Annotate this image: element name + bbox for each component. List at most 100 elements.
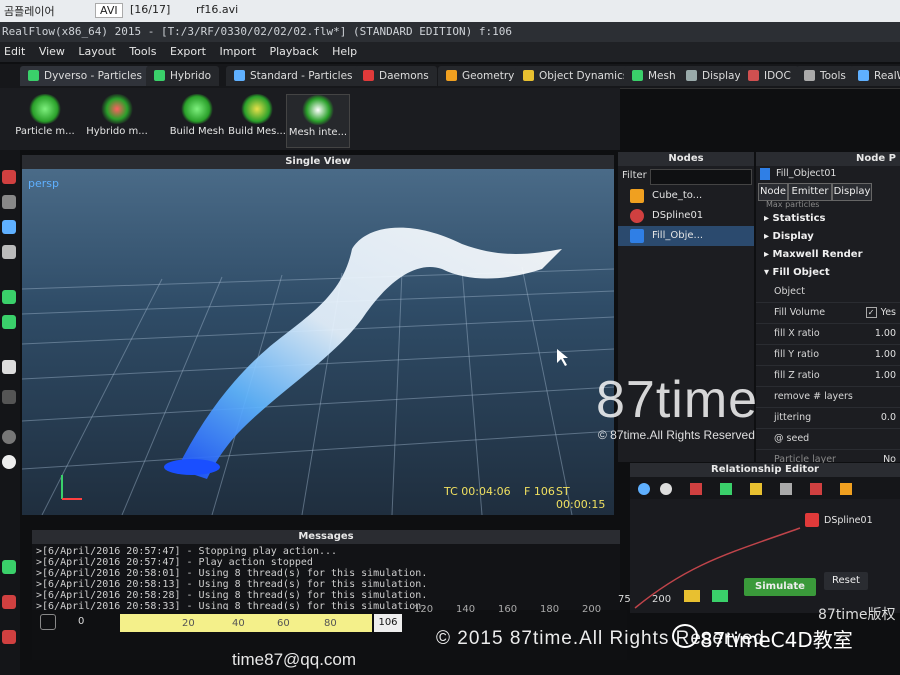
- build-mesh-sequence-tool[interactable]: Build Mes...: [226, 94, 288, 146]
- tab-realwave[interactable]: RealWave: [850, 66, 900, 86]
- scene-drawing: [22, 227, 614, 515]
- folder-icon[interactable]: [840, 483, 852, 495]
- zoom-icon[interactable]: [780, 483, 792, 495]
- param-remove-layers[interactable]: remove # layers: [756, 387, 900, 408]
- hybrido-mesh-tool[interactable]: Hybrido m...: [86, 94, 148, 146]
- tab-idoc[interactable]: IDOC: [740, 66, 799, 86]
- ball-tool-icon[interactable]: [2, 455, 16, 469]
- idoc-icon: [748, 70, 759, 81]
- particle-mesh-tool[interactable]: Particle m...: [14, 94, 76, 146]
- tab-tools[interactable]: Tools: [796, 66, 854, 86]
- menu-tools[interactable]: Tools: [129, 45, 156, 58]
- current-frame-field[interactable]: 106: [374, 614, 402, 632]
- disconnect-icon[interactable]: [810, 483, 822, 495]
- node-fill-object[interactable]: Fill_Obje...: [618, 226, 754, 246]
- param-jittering[interactable]: jittering 0.0: [756, 408, 900, 429]
- nodes-filter-row: Filter: [618, 166, 754, 186]
- 3d-viewport[interactable]: persp TC 00:04:06 F 106 ST 00:00:15: [22, 169, 614, 515]
- cube-tool-icon[interactable]: [2, 360, 16, 374]
- menu-playback[interactable]: Playback: [269, 45, 318, 58]
- tab-dyverso-particles[interactable]: Dyverso - Particles: [20, 66, 150, 86]
- tab-object-dynamics[interactable]: Object Dynamics: [515, 66, 637, 86]
- simulate-button[interactable]: Simulate: [744, 578, 816, 596]
- gray-tool-icon[interactable]: [2, 195, 16, 209]
- menu-edit[interactable]: Edit: [4, 45, 25, 58]
- menu-view[interactable]: View: [39, 45, 65, 58]
- timeline-start: 0: [78, 616, 85, 627]
- relationship-toolbar: [630, 477, 900, 499]
- build-mesh-tool[interactable]: Build Mesh: [166, 94, 228, 146]
- format-badge: AVI: [95, 3, 123, 18]
- menu-help[interactable]: Help: [332, 45, 357, 58]
- filter-label: Filter: [622, 170, 647, 181]
- link-icon[interactable]: [690, 483, 702, 495]
- export-icon[interactable]: [684, 590, 700, 602]
- box-tool-icon[interactable]: [2, 390, 16, 404]
- section-fill-object[interactable]: ▾ Fill Object: [756, 264, 900, 282]
- sphere-tool-icon[interactable]: [2, 430, 16, 444]
- ground-grid: [22, 266, 614, 515]
- group-icon[interactable]: [750, 483, 762, 495]
- param-fill-volume[interactable]: Fill Volume ✓ Yes: [756, 303, 900, 324]
- log-line: >[6/April/2016 20:58:28] - Using 8 threa…: [36, 590, 428, 601]
- tab-hybrido[interactable]: Hybrido: [146, 66, 220, 86]
- mesh-interpolation-tool[interactable]: Mesh inte...: [286, 94, 350, 148]
- end-frame-field[interactable]: 75: [618, 594, 631, 605]
- tools-icon: [804, 70, 815, 81]
- node-cube[interactable]: Cube_to...: [618, 186, 754, 206]
- particle-mesh-icon: [28, 94, 62, 124]
- param-fill-y-ratio[interactable]: fill Y ratio 1.00: [756, 345, 900, 366]
- player-name: 곰플레이어: [4, 5, 55, 18]
- param-fill-x-ratio[interactable]: fill X ratio 1.00: [756, 324, 900, 345]
- param-seed[interactable]: @ seed: [756, 429, 900, 450]
- watermark-email: time87@qq.com: [232, 650, 357, 669]
- rocket-tool-icon[interactable]: [2, 595, 16, 609]
- menu-import[interactable]: Import: [219, 45, 256, 58]
- tab-mesh[interactable]: Mesh: [624, 66, 684, 86]
- tornado-tool-icon[interactable]: [2, 630, 16, 644]
- menu-layout[interactable]: Layout: [78, 45, 115, 58]
- fish-tool-icon[interactable]: [2, 560, 16, 574]
- page-tool-icon[interactable]: [2, 245, 16, 259]
- blue-tool-icon[interactable]: [2, 220, 16, 234]
- node-params-panel: Node P Fill_Object01 Node Emitter Displa…: [756, 152, 900, 471]
- section-maxwell-render[interactable]: ▸ Maxwell Render: [756, 246, 900, 264]
- daemons-icon: [363, 70, 374, 81]
- max-particles-row: Max particles: [766, 200, 820, 209]
- reset-button[interactable]: Reset: [824, 572, 868, 590]
- tab-node[interactable]: Node: [758, 183, 788, 201]
- mesh-icon: [632, 70, 643, 81]
- refresh-icon[interactable]: [638, 483, 650, 495]
- tab-display[interactable]: Display: [678, 66, 749, 86]
- tab-standard-particles[interactable]: Standard - Particles: [226, 66, 361, 86]
- nodes-title: Nodes: [618, 152, 754, 166]
- player-topbar: 곰플레이어 AVI [16/17] rf16.avi: [0, 0, 900, 22]
- import-icon[interactable]: [712, 590, 728, 602]
- reload-icon[interactable]: [660, 483, 672, 495]
- tab-emitter[interactable]: Emitter: [788, 183, 832, 201]
- tab-daemons[interactable]: Daemons: [355, 66, 437, 86]
- max-frame-field[interactable]: 200: [652, 594, 671, 605]
- display-icon: [686, 70, 697, 81]
- section-display[interactable]: ▸ Display: [756, 228, 900, 246]
- tab-geometry[interactable]: Geometry: [438, 66, 523, 86]
- timecode: TC 00:04:06: [444, 485, 511, 498]
- tab-display-params[interactable]: Display: [832, 183, 872, 201]
- section-statistics[interactable]: ▸ Statistics: [756, 210, 900, 228]
- green-tool-icon[interactable]: [2, 290, 16, 304]
- param-object[interactable]: Object: [756, 282, 900, 303]
- node-dspline[interactable]: DSpline01: [618, 206, 754, 226]
- dyverso-icon: [28, 70, 39, 81]
- cube-icon: [630, 189, 644, 203]
- filter-input[interactable]: [650, 169, 752, 185]
- connect-icon[interactable]: [720, 483, 732, 495]
- menu-export[interactable]: Export: [170, 45, 206, 58]
- leaf-tool-icon[interactable]: [2, 315, 16, 329]
- lock-icon[interactable]: [40, 614, 56, 630]
- fill-volume-checkbox[interactable]: ✓: [865, 307, 877, 318]
- red-tool-icon[interactable]: [2, 170, 16, 184]
- wechat-icon: [672, 624, 698, 648]
- param-fill-z-ratio[interactable]: fill Z ratio 1.00: [756, 366, 900, 387]
- timeline-mark: 80: [324, 618, 337, 629]
- timeline-tick: 160: [498, 604, 518, 615]
